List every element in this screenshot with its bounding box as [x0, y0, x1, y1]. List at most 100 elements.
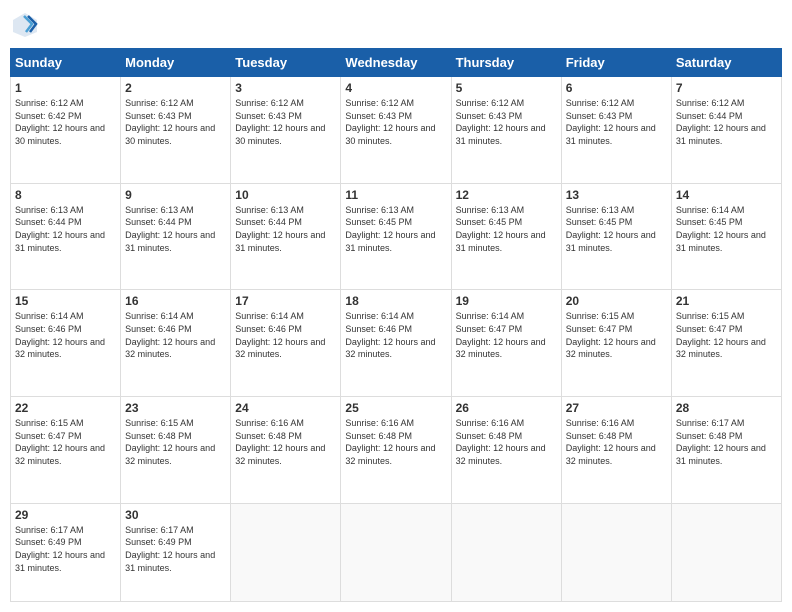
daylight-label: Daylight: 12 hours and 31 minutes. — [345, 230, 435, 253]
sunset-label: Sunset: 6:46 PM — [345, 324, 412, 334]
sunset-label: Sunset: 6:43 PM — [456, 111, 523, 121]
sunset-label: Sunset: 6:46 PM — [15, 324, 82, 334]
sunset-label: Sunset: 6:44 PM — [235, 217, 302, 227]
day-info: Sunrise: 6:14 AMSunset: 6:46 PMDaylight:… — [125, 310, 226, 360]
table-row: 4Sunrise: 6:12 AMSunset: 6:43 PMDaylight… — [341, 77, 451, 184]
daylight-label: Daylight: 12 hours and 32 minutes. — [15, 337, 105, 360]
table-row — [451, 503, 561, 601]
day-number: 13 — [566, 188, 667, 202]
sunrise-label: Sunrise: 6:14 AM — [676, 205, 745, 215]
table-row: 20Sunrise: 6:15 AMSunset: 6:47 PMDayligh… — [561, 290, 671, 397]
sunset-label: Sunset: 6:46 PM — [235, 324, 302, 334]
sunrise-label: Sunrise: 6:12 AM — [345, 98, 414, 108]
sunset-label: Sunset: 6:48 PM — [676, 431, 743, 441]
day-number: 15 — [15, 294, 116, 308]
sunset-label: Sunset: 6:43 PM — [235, 111, 302, 121]
day-info: Sunrise: 6:13 AMSunset: 6:44 PMDaylight:… — [235, 204, 336, 254]
sunrise-label: Sunrise: 6:16 AM — [345, 418, 414, 428]
sunset-label: Sunset: 6:44 PM — [676, 111, 743, 121]
day-info: Sunrise: 6:13 AMSunset: 6:45 PMDaylight:… — [345, 204, 446, 254]
day-number: 17 — [235, 294, 336, 308]
calendar-week-row: 1Sunrise: 6:12 AMSunset: 6:42 PMDaylight… — [11, 77, 782, 184]
daylight-label: Daylight: 12 hours and 32 minutes. — [125, 337, 215, 360]
logo-icon — [10, 10, 40, 40]
sunrise-label: Sunrise: 6:14 AM — [235, 311, 304, 321]
table-row: 9Sunrise: 6:13 AMSunset: 6:44 PMDaylight… — [121, 183, 231, 290]
day-info: Sunrise: 6:12 AMSunset: 6:43 PMDaylight:… — [235, 97, 336, 147]
sunset-label: Sunset: 6:47 PM — [676, 324, 743, 334]
sunrise-label: Sunrise: 6:14 AM — [456, 311, 525, 321]
daylight-label: Daylight: 12 hours and 31 minutes. — [15, 230, 105, 253]
daylight-label: Daylight: 12 hours and 31 minutes. — [676, 443, 766, 466]
table-row: 11 Sunrise: 6:13 AMSunset: 6:45 PMDayligh… — [341, 183, 451, 290]
sunset-label: Sunset: 6:49 PM — [15, 537, 82, 547]
table-row — [341, 503, 451, 601]
page: Sunday Monday Tuesday Wednesday Thursday… — [0, 0, 792, 612]
table-row: 30Sunrise: 6:17 AMSunset: 6:49 PMDayligh… — [121, 503, 231, 601]
sunrise-label: Sunrise: 6:16 AM — [566, 418, 635, 428]
day-number: 28 — [676, 401, 777, 415]
table-row: 26Sunrise: 6:16 AMSunset: 6:48 PMDayligh… — [451, 397, 561, 504]
calendar-week-row: 8Sunrise: 6:13 AMSunset: 6:44 PMDaylight… — [11, 183, 782, 290]
table-row: 21Sunrise: 6:15 AMSunset: 6:47 PMDayligh… — [671, 290, 781, 397]
day-number: 11 — [345, 188, 446, 202]
day-number: 22 — [15, 401, 116, 415]
sunrise-label: Sunrise: 6:14 AM — [15, 311, 84, 321]
day-number: 18 — [345, 294, 446, 308]
sunrise-label: Sunrise: 6:13 AM — [235, 205, 304, 215]
table-row: 8Sunrise: 6:13 AMSunset: 6:44 PMDaylight… — [11, 183, 121, 290]
day-number: 30 — [125, 508, 226, 522]
sunrise-label: Sunrise: 6:14 AM — [345, 311, 414, 321]
day-number: 5 — [456, 81, 557, 95]
daylight-label: Daylight: 12 hours and 32 minutes. — [566, 337, 656, 360]
sunset-label: Sunset: 6:46 PM — [125, 324, 192, 334]
table-row — [561, 503, 671, 601]
sunset-label: Sunset: 6:43 PM — [125, 111, 192, 121]
calendar-week-row: 22Sunrise: 6:15 AMSunset: 6:47 PMDayligh… — [11, 397, 782, 504]
day-number: 19 — [456, 294, 557, 308]
calendar-week-row: 29Sunrise: 6:17 AMSunset: 6:49 PMDayligh… — [11, 503, 782, 601]
sunrise-label: Sunrise: 6:17 AM — [676, 418, 745, 428]
table-row: 29Sunrise: 6:17 AMSunset: 6:49 PMDayligh… — [11, 503, 121, 601]
sunset-label: Sunset: 6:44 PM — [125, 217, 192, 227]
sunrise-label: Sunrise: 6:13 AM — [125, 205, 194, 215]
sunrise-label: Sunrise: 6:12 AM — [125, 98, 194, 108]
day-info: Sunrise: 6:12 AMSunset: 6:42 PMDaylight:… — [15, 97, 116, 147]
sunset-label: Sunset: 6:45 PM — [566, 217, 633, 227]
day-number: 12 — [456, 188, 557, 202]
table-row: 12Sunrise: 6:13 AMSunset: 6:45 PMDayligh… — [451, 183, 561, 290]
day-info: Sunrise: 6:12 AM Sunset: 6:43 PM Daylight:… — [456, 97, 557, 147]
sunrise-label: Sunrise: 6:12 AM — [235, 98, 304, 108]
day-number: 25 — [345, 401, 446, 415]
day-info: Sunrise: 6:14 AMSunset: 6:45 PMDaylight:… — [676, 204, 777, 254]
table-row: 10Sunrise: 6:13 AMSunset: 6:44 PMDayligh… — [231, 183, 341, 290]
sunrise-label: Sunrise: 6:16 AM — [456, 418, 525, 428]
sunrise-label: Sunrise: 6:17 AM — [15, 525, 84, 535]
daylight-label: Daylight: 12 hours and 32 minutes. — [345, 337, 435, 360]
sunrise-label: Sunrise: 6:17 AM — [125, 525, 194, 535]
sunset-label: Sunset: 6:49 PM — [125, 537, 192, 547]
table-row: 3Sunrise: 6:12 AMSunset: 6:43 PMDaylight… — [231, 77, 341, 184]
table-row: 25Sunrise: 6:16 AMSunset: 6:48 PMDayligh… — [341, 397, 451, 504]
sunset-label: Sunset: 6:42 PM — [15, 111, 82, 121]
daylight-label: Daylight: 12 hours and 31 minutes. — [456, 230, 546, 253]
day-info: Sunrise: 6:17 AMSunset: 6:49 PMDaylight:… — [125, 524, 226, 574]
sunset-label: Sunset: 6:48 PM — [345, 431, 412, 441]
table-row: 17Sunrise: 6:14 AMSunset: 6:46 PMDayligh… — [231, 290, 341, 397]
sunset-label: Sunset: 6:48 PM — [235, 431, 302, 441]
day-info: Sunrise: 6:16 AMSunset: 6:48 PMDaylight:… — [235, 417, 336, 467]
daylight-label: Daylight: 12 hours and 31 minutes. — [456, 123, 546, 146]
sunrise-label: Sunrise: 6:12 AM — [456, 98, 525, 108]
day-info: Sunrise: 6:15 AMSunset: 6:47 PMDaylight:… — [566, 310, 667, 360]
day-number: 9 — [125, 188, 226, 202]
daylight-label: Daylight: 12 hours and 30 minutes. — [15, 123, 105, 146]
sunrise-label: Sunrise: 6:13 AM — [456, 205, 525, 215]
day-info: Sunrise: 6:14 AMSunset: 6:47 PMDaylight:… — [456, 310, 557, 360]
day-info: Sunrise: 6:13 AMSunset: 6:44 PMDaylight:… — [125, 204, 226, 254]
day-info: Sunrise: 6:14 AM Sunset: 6:46 PM Daylight:… — [345, 310, 446, 360]
day-info: Sunrise: 6:14 AMSunset: 6:46 PMDaylight:… — [235, 310, 336, 360]
daylight-label: Daylight: 12 hours and 30 minutes. — [125, 123, 215, 146]
col-monday: Monday — [121, 49, 231, 77]
sunrise-label: Sunrise: 6:13 AM — [566, 205, 635, 215]
daylight-label: Daylight: 12 hours and 32 minutes. — [125, 443, 215, 466]
